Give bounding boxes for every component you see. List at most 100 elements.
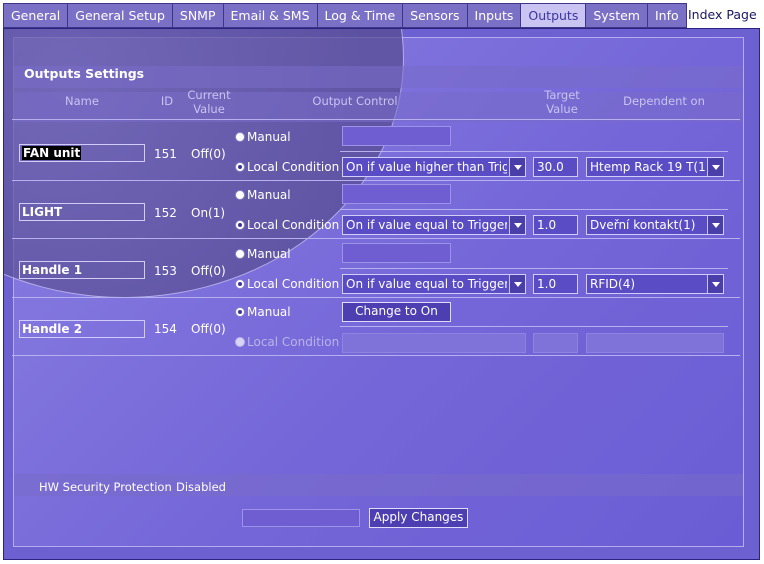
dependent-on-select[interactable]: RFID(4): [586, 274, 724, 294]
radio-selected-icon: [235, 220, 245, 230]
row-divider: [12, 180, 740, 181]
target-value-input[interactable]: 1.0: [533, 274, 578, 294]
manual-value-field[interactable]: [342, 126, 451, 146]
dependent-on-select[interactable]: Dveřní kontakt(1): [586, 215, 724, 235]
manual-radio[interactable]: Manual: [235, 305, 291, 319]
local-condition-radio[interactable]: Local Condition: [235, 160, 339, 174]
output-name: LIGHT: [22, 205, 63, 219]
tab-general[interactable]: General: [3, 3, 69, 28]
column-header-dependent-on: Dependent on: [623, 94, 705, 108]
local-condition-radio[interactable]: Local Condition: [235, 218, 339, 232]
manual-value-field[interactable]: [342, 184, 451, 204]
tab-general-setup[interactable]: General Setup: [67, 3, 173, 28]
dependent-on-value: RFID(4): [590, 277, 636, 291]
row-divider: [12, 119, 740, 120]
output-id: 152: [154, 206, 177, 220]
output-current-value: Off(0): [191, 264, 226, 278]
tab-info[interactable]: Info: [646, 3, 687, 28]
output-current-value: Off(0): [191, 147, 226, 161]
local-condition-label: Local Condition: [247, 277, 340, 291]
tab-sensors[interactable]: Sensors: [402, 3, 468, 28]
tab-email-sms[interactable]: Email & SMS: [222, 3, 318, 28]
dependent-on-select[interactable]: Htemp Rack 19 T(109): [586, 157, 724, 177]
hw-security-label: HW Security Protection: [39, 480, 172, 494]
condition-select-value: On if value equal to Trigger: [346, 277, 507, 291]
inner-divider: [340, 268, 728, 269]
change-to-on-button[interactable]: Change to On: [342, 302, 451, 322]
apply-changes-button[interactable]: Apply Changes: [369, 508, 468, 528]
radio-selected-icon: [235, 279, 245, 289]
apply-spacer-field: [242, 509, 360, 527]
tab-snmp[interactable]: SNMP: [171, 3, 224, 28]
output-name-field[interactable]: LIGHT: [19, 203, 145, 221]
index-page-link[interactable]: Index Page: [688, 7, 757, 22]
target-value-input[interactable]: 30.0: [533, 157, 578, 177]
section-title: Outputs Settings: [24, 66, 145, 81]
chevron-down-icon: [509, 275, 525, 293]
tab-system[interactable]: System: [585, 3, 648, 28]
output-name: FAN unit: [22, 146, 82, 160]
manual-value-field[interactable]: [342, 243, 451, 263]
target-value-input[interactable]: 1.0: [533, 215, 578, 235]
tab-bar: General General Setup SNMP Email & SMS L…: [3, 3, 687, 28]
inner-divider: [340, 326, 728, 327]
radio-selected-icon: [235, 162, 245, 172]
radio-selected-icon: [235, 307, 245, 317]
radio-icon: [235, 337, 245, 347]
inner-divider: [340, 151, 728, 152]
condition-select[interactable]: On if value equal to Trigger: [342, 215, 526, 235]
condition-select-value: On if value equal to Trigger: [346, 218, 507, 232]
output-name: Handle 1: [22, 263, 83, 277]
row-divider: [12, 297, 740, 298]
local-condition-radio[interactable]: Local Condition: [235, 335, 339, 349]
column-header-name: Name: [65, 94, 99, 108]
condition-select[interactable]: On if value higher than Trigger: [342, 157, 526, 177]
condition-select-value: On if value higher than Trigger: [346, 160, 507, 174]
chevron-down-icon: [707, 275, 723, 293]
target-value-input-disabled: [533, 333, 578, 353]
manual-label: Manual: [247, 188, 291, 202]
output-name-field[interactable]: Handle 2: [19, 320, 145, 338]
radio-icon: [235, 249, 245, 259]
chevron-down-icon: [707, 158, 723, 176]
output-name-field[interactable]: Handle 1: [19, 261, 145, 279]
output-current-value: Off(0): [191, 322, 226, 336]
manual-label: Manual: [247, 247, 291, 261]
tab-log-time[interactable]: Log & Time: [316, 3, 404, 28]
row-divider: [12, 355, 740, 356]
output-id: 153: [154, 264, 177, 278]
manual-radio[interactable]: Manual: [235, 247, 291, 261]
column-header-id: ID: [160, 94, 174, 108]
column-header-target-value: Target Value: [544, 88, 580, 116]
dependent-on-value: Dveřní kontakt(1): [590, 218, 696, 232]
output-name-field[interactable]: FAN unit: [19, 144, 145, 162]
output-current-value: On(1): [191, 206, 226, 220]
column-header-current-value: Current Value: [187, 88, 231, 116]
radio-icon: [235, 132, 245, 142]
column-header-output-control: Output Control: [312, 94, 398, 108]
chevron-down-icon: [509, 216, 525, 234]
manual-label: Manual: [247, 305, 291, 319]
manual-radio[interactable]: Manual: [235, 130, 291, 144]
output-id: 151: [154, 147, 177, 161]
tab-outputs[interactable]: Outputs: [520, 3, 587, 28]
hw-security-value: Disabled: [176, 480, 226, 494]
manual-radio[interactable]: Manual: [235, 188, 291, 202]
condition-select-disabled: [342, 333, 526, 353]
condition-select[interactable]: On if value equal to Trigger: [342, 274, 526, 294]
dependent-on-value: Htemp Rack 19 T(109): [590, 160, 705, 174]
tab-inputs[interactable]: Inputs: [466, 3, 522, 28]
inner-divider: [340, 209, 728, 210]
radio-icon: [235, 190, 245, 200]
output-name: Handle 2: [22, 322, 83, 336]
local-condition-label: Local Condition: [247, 335, 340, 349]
row-divider: [12, 238, 740, 239]
manual-label: Manual: [247, 130, 291, 144]
chevron-down-icon: [707, 216, 723, 234]
dependent-on-select-disabled: [586, 333, 724, 353]
output-id: 154: [154, 322, 177, 336]
local-condition-label: Local Condition: [247, 218, 340, 232]
chevron-down-icon: [509, 158, 525, 176]
local-condition-label: Local Condition: [247, 160, 340, 174]
local-condition-radio[interactable]: Local Condition: [235, 277, 339, 291]
